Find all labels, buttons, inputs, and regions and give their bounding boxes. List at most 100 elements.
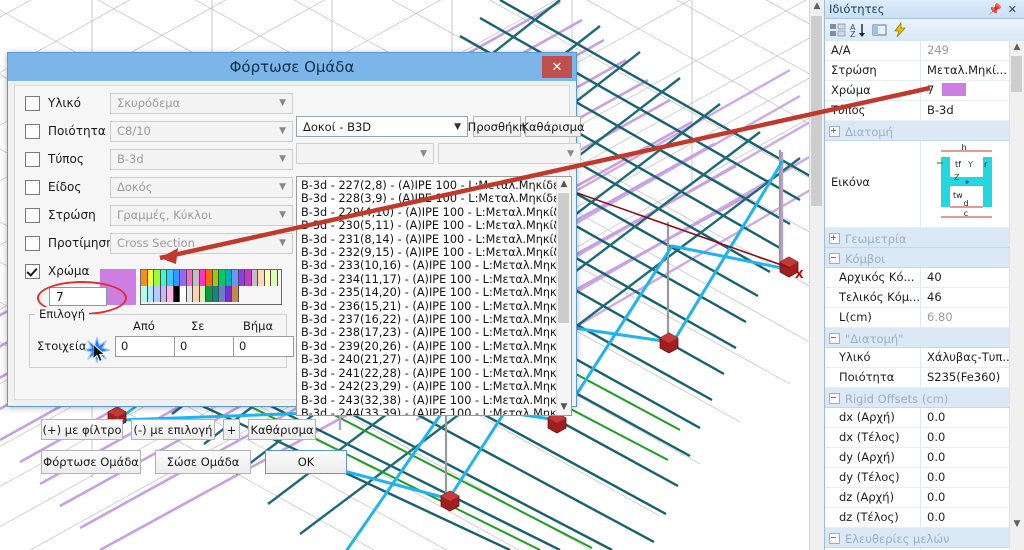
- list-item[interactable]: B-3d - 227(2,8) - (A)IPE 100 - L:Μεταλ.Μ…: [301, 179, 557, 192]
- collapse-icon[interactable]: [829, 253, 840, 264]
- chevron-up-icon[interactable]: ▲: [1010, 41, 1024, 55]
- close-icon[interactable]: ✕: [1005, 3, 1020, 16]
- property-row-image[interactable]: Εικόνα h tf Yr Ztw d c: [825, 141, 1024, 228]
- filter-checkbox-6[interactable]: [25, 263, 40, 279]
- scrollbar-thumb[interactable]: [811, 16, 822, 206]
- list-item[interactable]: B-3d - 234(11,17) - (A)IPE 100 - L:Μεταλ…: [301, 273, 557, 286]
- property-row[interactable]: dx (Τέλος) 0.0: [825, 428, 1024, 448]
- list-item[interactable]: B-3d - 229(4,10) - (A)IPE 100 - L:Μεταλ.…: [301, 206, 557, 219]
- events-icon[interactable]: [892, 21, 909, 38]
- filter-checkbox-0[interactable]: [25, 95, 40, 111]
- list-item[interactable]: B-3d - 239(20,26) - (A)IPE 100 - L:Μεταλ…: [301, 340, 557, 353]
- property-row[interactable]: Υλικό Χάλυβας-Τυπ...: [825, 348, 1024, 368]
- properties-scrollbar[interactable]: ▲ ▼: [1009, 41, 1024, 550]
- color-palette[interactable]: [100, 269, 282, 305]
- property-row[interactable]: Ποιότητα S235(Fe360): [825, 368, 1024, 388]
- property-group-4[interactable]: Διατομή: [825, 121, 1024, 141]
- filter-checkbox-3[interactable]: [25, 179, 40, 195]
- filter-checkbox-5[interactable]: [25, 235, 40, 251]
- property-row[interactable]: dy (Αρχή) 0.0: [825, 448, 1024, 468]
- filter-dropdown-2[interactable]: B-3d ▼: [110, 148, 293, 170]
- elements-list[interactable]: B-3d - 227(2,8) - (A)IPE 100 - L:Μεταλ.Μ…: [297, 177, 557, 415]
- plus-filter-button[interactable]: (+) με φίλτρο: [41, 419, 123, 440]
- list-item[interactable]: B-3d - 236(15,21) - (A)IPE 100 - L:Μεταλ…: [301, 300, 557, 313]
- property-group-11[interactable]: "Διατομή": [825, 328, 1024, 348]
- filter-checkbox-2[interactable]: [25, 151, 40, 167]
- list-item[interactable]: B-3d - 232(9,15) - (A)IPE 100 - L:Μεταλ.…: [301, 246, 557, 259]
- property-row[interactable]: dy (Τέλος) 0.0: [825, 468, 1024, 488]
- chevron-down-icon[interactable]: ▼: [1010, 518, 1024, 532]
- list-item[interactable]: B-3d - 237(16,22) - (A)IPE 100 - L:Μεταλ…: [301, 313, 557, 326]
- list-item[interactable]: B-3d - 241(22,28) - (A)IPE 100 - L:Μεταλ…: [301, 367, 557, 380]
- property-row[interactable]: dx (Αρχή) 0.0: [825, 408, 1024, 428]
- ok-button[interactable]: OK: [265, 450, 347, 474]
- list-item[interactable]: B-3d - 242(23,29) - (A)IPE 100 - L:Μεταλ…: [301, 380, 557, 393]
- property-group-14[interactable]: Rigid Offsets (cm): [825, 388, 1024, 408]
- list-item[interactable]: B-3d - 244(33,39) - (A)IPE 100 - L:Μεταλ…: [301, 407, 557, 415]
- list-item[interactable]: B-3d - 228(3,9) - (A)IPE 100 - L:Μεταλ.Μ…: [301, 192, 557, 205]
- filter-checkbox-4[interactable]: [25, 207, 40, 223]
- save-group-button[interactable]: Σώσε Ομάδα: [155, 450, 251, 474]
- viewport-scrollbar[interactable]: ▲: [809, 0, 824, 550]
- property-group-21[interactable]: Ελευθερίες μελών: [825, 528, 1024, 548]
- expand-icon[interactable]: [829, 233, 840, 244]
- filter-dropdown-4[interactable]: Γραμμές, Κύκλοι ▼: [110, 204, 293, 226]
- property-group-6[interactable]: Γεωμετρία: [825, 228, 1024, 248]
- list-item[interactable]: B-3d - 233(10,16) - (A)IPE 100 - L:Μεταλ…: [301, 259, 557, 272]
- property-row[interactable]: dz (Αρχή) 0.0: [825, 488, 1024, 508]
- clear-button[interactable]: Καθάρισμα: [248, 419, 316, 440]
- property-row[interactable]: L(cm) 6.80: [825, 308, 1024, 328]
- property-row[interactable]: Τελικός Κόμ... 46: [825, 288, 1024, 308]
- list-item[interactable]: B-3d - 243(32,38) - (A)IPE 100 - L:Μεταλ…: [301, 394, 557, 407]
- color-index-input[interactable]: 7: [49, 287, 107, 306]
- elements-listbox[interactable]: B-3d - 227(2,8) - (A)IPE 100 - L:Μεταλ.Μ…: [296, 176, 572, 416]
- sort-az-icon[interactable]: AZ: [850, 22, 867, 39]
- plus-button[interactable]: +: [223, 419, 240, 440]
- selection-from-input[interactable]: 0: [115, 336, 176, 357]
- filter-dropdown-1[interactable]: C8/10 ▼: [110, 120, 293, 142]
- load-group-button[interactable]: Φόρτωσε Ομάδα: [41, 450, 141, 474]
- property-pages-icon[interactable]: [871, 22, 888, 38]
- list-item[interactable]: B-3d - 230(5,11) - (A)IPE 100 - L:Μεταλ.…: [301, 219, 557, 232]
- filter-dropdown-5[interactable]: Cross Section ▼: [110, 232, 293, 254]
- scrollbar-thumb[interactable]: [558, 193, 569, 323]
- property-row[interactable]: Αρχικός Κό... 40: [825, 268, 1024, 288]
- property-row[interactable]: Στρώση Μεταλ.Μηκί...: [825, 61, 1024, 81]
- palette-grid[interactable]: [140, 269, 282, 305]
- list-item[interactable]: B-3d - 235(14,20) - (A)IPE 100 - L:Μεταλ…: [301, 286, 557, 299]
- add-button[interactable]: Προσθήκη: [468, 116, 526, 137]
- chevron-up-icon[interactable]: ▲: [810, 0, 824, 14]
- tertiary-dropdown[interactable]: ▼: [438, 143, 581, 164]
- clear-top-button[interactable]: Καθάρισμα: [521, 116, 585, 137]
- dialog-close-button[interactable]: ✕: [542, 56, 572, 78]
- expand-icon[interactable]: [829, 126, 840, 137]
- collapse-icon[interactable]: [829, 333, 840, 344]
- collapse-icon[interactable]: [829, 533, 840, 544]
- list-item[interactable]: B-3d - 238(17,23) - (A)IPE 100 - L:Μεταλ…: [301, 326, 557, 339]
- secondary-dropdown[interactable]: ▼: [296, 143, 434, 164]
- selection-to-input[interactable]: 0: [174, 336, 235, 357]
- selection-step-input[interactable]: 0: [233, 336, 294, 357]
- property-group-7[interactable]: Κόμβοι: [825, 248, 1024, 268]
- chevron-down-icon[interactable]: ▼: [557, 400, 571, 415]
- collapse-icon[interactable]: [829, 393, 840, 404]
- property-row[interactable]: Α/Α 249: [825, 41, 1024, 61]
- filter-checkbox-1[interactable]: [25, 123, 40, 139]
- list-item[interactable]: B-3d - 240(21,27) - (A)IPE 100 - L:Μεταλ…: [301, 353, 557, 366]
- scrollbar-thumb[interactable]: [1011, 56, 1022, 92]
- color-swatch[interactable]: [942, 83, 967, 96]
- property-row[interactable]: dz (Τέλος) 0.0: [825, 508, 1024, 528]
- listbox-scrollbar[interactable]: ▲ ▼: [556, 177, 571, 415]
- element-type-dropdown[interactable]: Δοκοί - B3D ▼: [296, 116, 468, 137]
- list-item[interactable]: B-3d - 231(8,14) - (A)IPE 100 - L:Μεταλ.…: [301, 233, 557, 246]
- chevron-up-icon[interactable]: ▲: [557, 177, 571, 192]
- filter-dropdown-0[interactable]: Σκυρόδεμα ▼: [110, 92, 293, 114]
- pin-icon[interactable]: 📌: [985, 3, 1005, 16]
- palette-swatch-35[interactable]: [232, 286, 239, 302]
- property-row[interactable]: Τύπος B-3d: [825, 101, 1024, 121]
- properties-grid[interactable]: Α/Α 249 Στρώση Μεταλ.Μηκί... Χρώμα 7 Τύπος B-3d…: [825, 41, 1024, 550]
- property-row[interactable]: Χρώμα 7: [825, 81, 1024, 101]
- filter-dropdown-3[interactable]: Δοκός ▼: [110, 176, 293, 198]
- palette-swatch-20[interactable]: [271, 270, 278, 286]
- categorized-icon[interactable]: [829, 22, 846, 38]
